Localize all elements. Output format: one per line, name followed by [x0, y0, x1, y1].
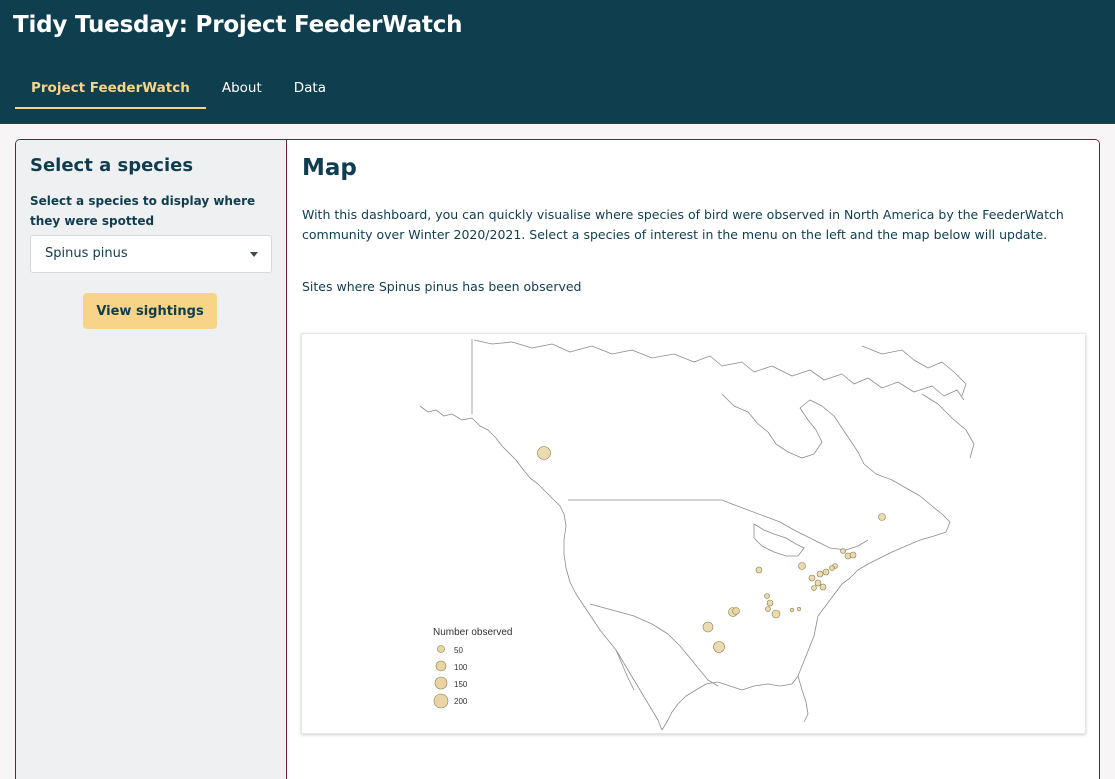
map-point — [766, 599, 774, 607]
map-point — [764, 593, 770, 599]
map-point — [732, 607, 740, 615]
legend-label: 150 — [454, 680, 468, 689]
nav-tabs: Project FeederWatch About Data — [15, 70, 342, 109]
map-point — [702, 621, 714, 633]
tab-project-feederwatch[interactable]: Project FeederWatch — [15, 70, 206, 109]
map-point — [840, 548, 846, 554]
map-point — [878, 513, 886, 521]
map-svg: Number observed 50 100 150 200 — [419, 339, 975, 731]
map-point — [808, 574, 816, 582]
map-point — [811, 585, 817, 591]
legend-circle — [435, 660, 447, 672]
map-point — [849, 551, 857, 559]
map-point — [829, 565, 835, 571]
map-point — [819, 583, 827, 591]
tab-about[interactable]: About — [206, 70, 278, 109]
map-point — [765, 606, 771, 612]
species-select-value: Spinus pinus — [45, 246, 128, 261]
sites-caption: Sites where Spinus pinus has been observ… — [302, 279, 582, 294]
navbar: Tidy Tuesday: Project FeederWatch Projec… — [0, 0, 1115, 124]
map-point — [798, 562, 806, 570]
page-container: Select a species Select a species to dis… — [15, 139, 1100, 779]
coastline — [419, 339, 975, 731]
map-point — [814, 579, 822, 587]
legend-label: 100 — [454, 663, 468, 672]
page-title: Map — [302, 155, 357, 181]
map-point — [796, 606, 802, 612]
legend-circle — [433, 693, 449, 709]
map-legend: Number observed 50 100 150 200 — [433, 627, 512, 709]
map-point — [713, 641, 725, 653]
sightings-map: Number observed 50 100 150 200 — [301, 333, 1086, 734]
chevron-down-icon — [250, 252, 258, 257]
species-select[interactable]: Spinus pinus — [30, 235, 272, 273]
species-select-label: Select a species to display where they w… — [30, 194, 256, 228]
legend-label: 50 — [454, 646, 463, 655]
view-sightings-button[interactable]: View sightings — [83, 293, 217, 329]
legend-circle — [434, 676, 448, 690]
map-point — [771, 609, 781, 619]
intro-text: With this dashboard, you can quickly vis… — [302, 207, 1064, 242]
legend-label: 200 — [454, 697, 468, 706]
map-point — [537, 446, 551, 460]
main-panel: Map With this dashboard, you can quickly… — [288, 140, 1099, 779]
map-point — [789, 607, 795, 613]
legend-title: Number observed — [433, 627, 512, 638]
map-point — [755, 566, 763, 574]
app-title: Tidy Tuesday: Project FeederWatch — [13, 12, 463, 38]
map-point — [816, 570, 824, 578]
legend-circle — [437, 645, 445, 653]
sighting-points — [537, 446, 886, 653]
sidebar: Select a species Select a species to dis… — [16, 140, 287, 779]
map-point — [822, 568, 830, 576]
tab-data[interactable]: Data — [278, 70, 342, 109]
sidebar-title: Select a species — [30, 155, 194, 176]
